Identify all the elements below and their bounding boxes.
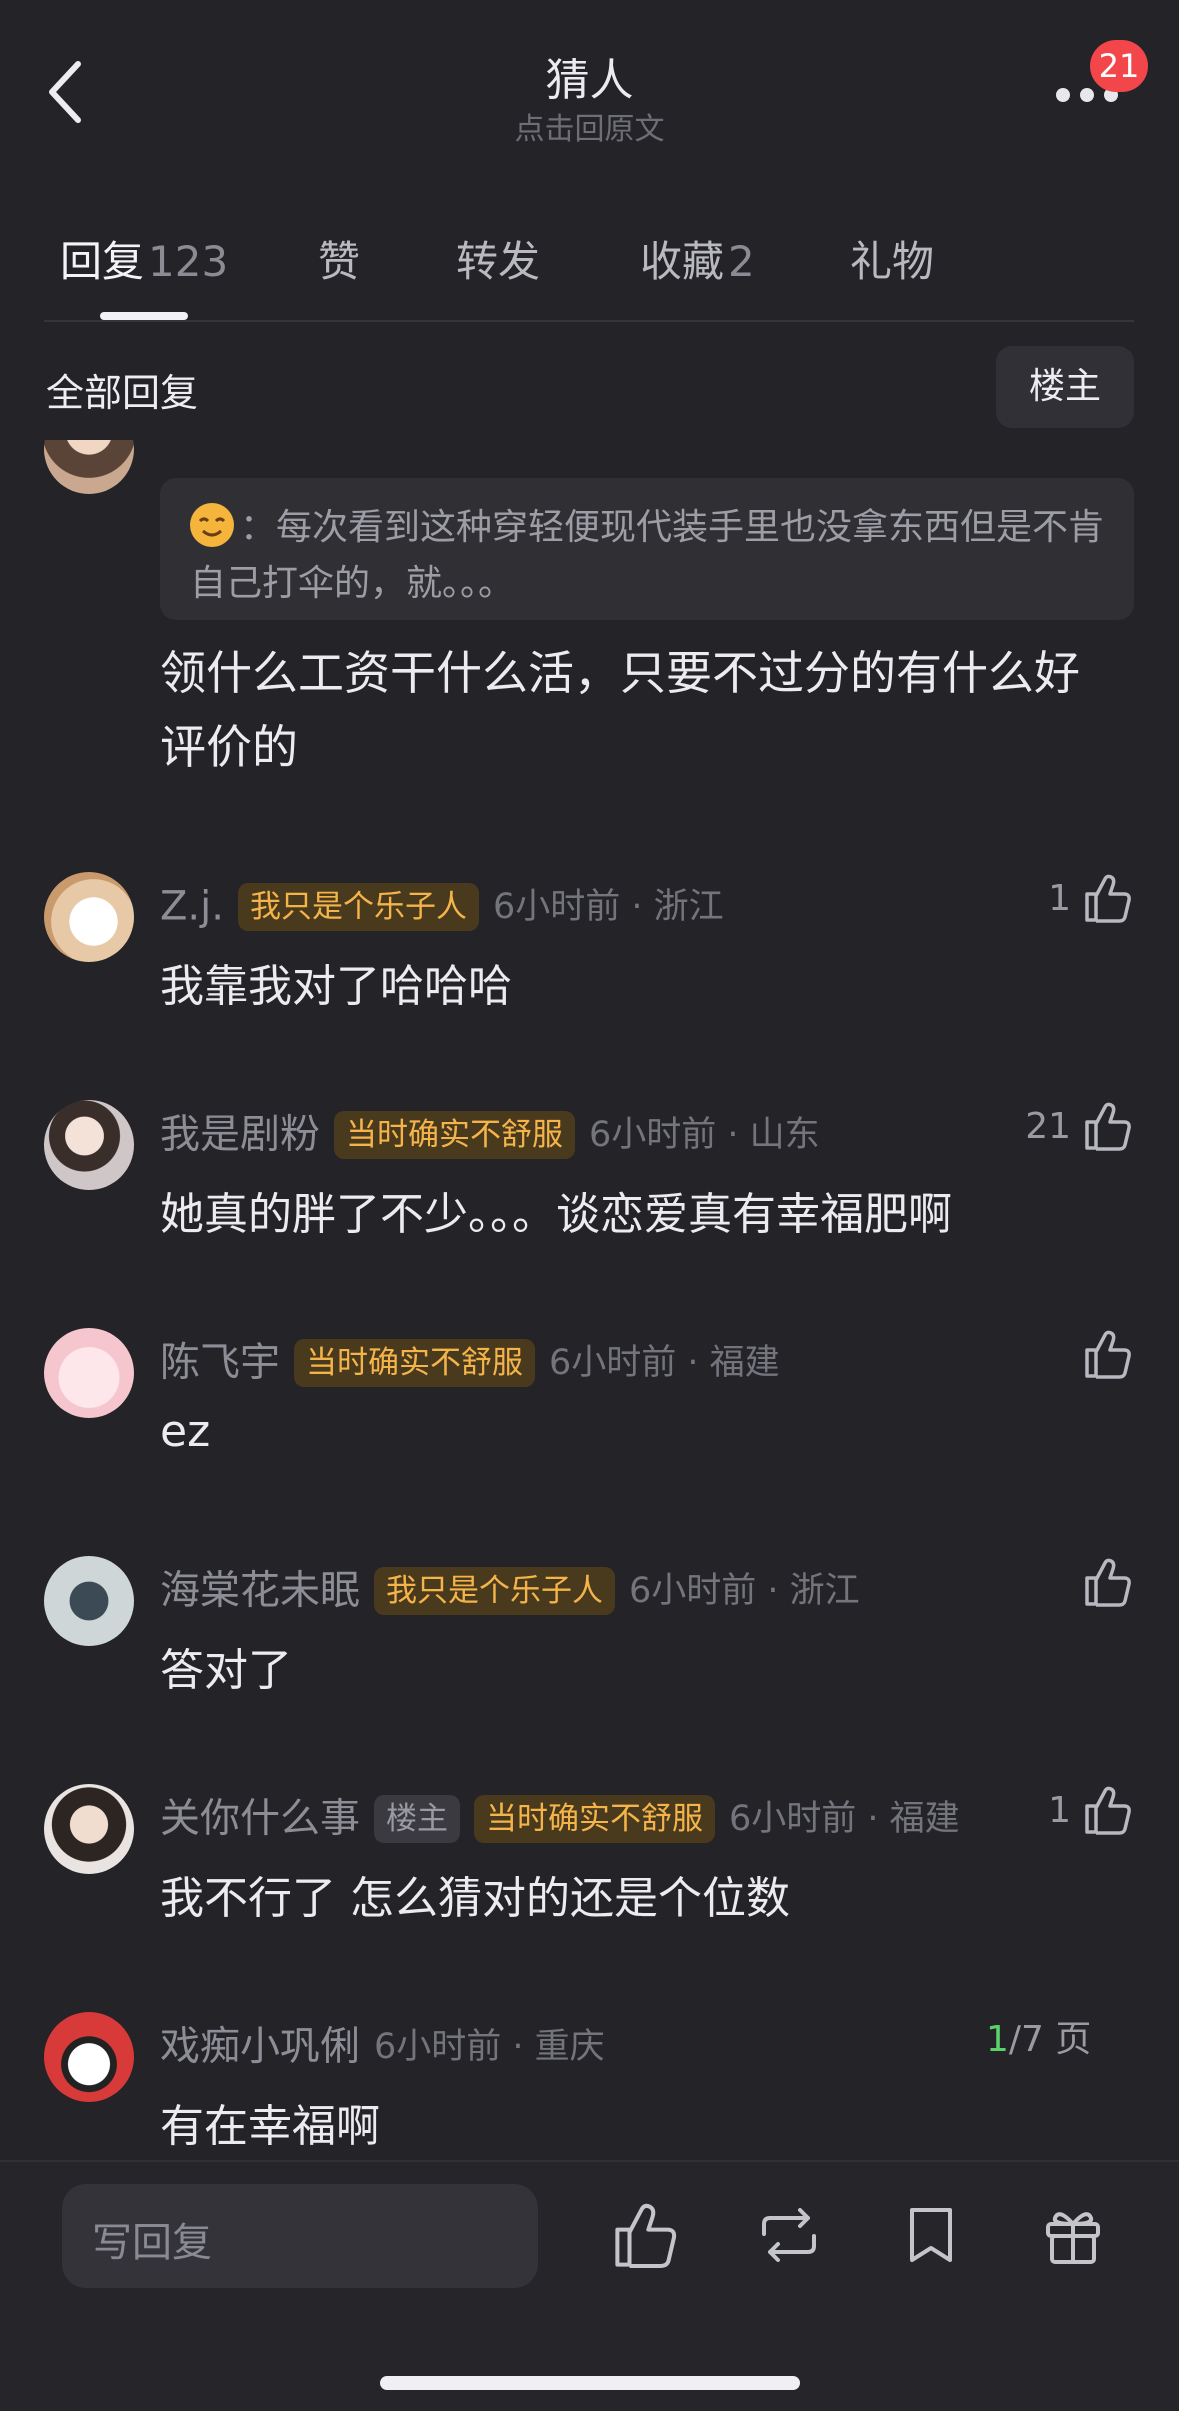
like-button[interactable]: [1083, 1328, 1135, 1384]
timestamp-location: 6小时前 · 福建: [549, 1342, 780, 1383]
page-indicator[interactable]: 1/7 页: [986, 2010, 1091, 2062]
avatar[interactable]: [44, 2012, 134, 2102]
timestamp-location: 6小时前 · 浙江: [492, 886, 724, 927]
tab-likes[interactable]: 赞: [318, 228, 360, 289]
avatar[interactable]: [44, 440, 134, 494]
fan-tag: 当时确实不舒服: [474, 1794, 715, 1843]
thumbs-up-icon: [1083, 1328, 1135, 1380]
comment-item: Z.j. 我只是个乐子人 6小时前 · 浙江 1 我靠我对了哈哈哈: [0, 872, 1179, 1072]
comment-item: 海棠花未眠 我只是个乐子人 6小时前 · 浙江 答对了: [0, 1556, 1179, 1756]
smiling-emoji-icon: [190, 503, 234, 547]
comment-text: 有在幸福啊: [160, 2101, 380, 2152]
thumbs-up-icon: [1083, 1556, 1135, 1608]
total-pages: /7 页: [1008, 2019, 1092, 2060]
thumbs-up-icon: [1083, 872, 1135, 924]
comment-item: 关你什么事 楼主 当时确实不舒服 6小时前 · 福建 1 我不行了 怎么猜对的还是个位…: [0, 1784, 1179, 1984]
like-post-button[interactable]: [612, 2200, 682, 2270]
bookmark-icon: [910, 2208, 952, 2262]
page-title: 猜人: [545, 55, 634, 106]
like-button[interactable]: 1: [1048, 872, 1135, 928]
username[interactable]: Z.j.: [160, 884, 224, 930]
tab-bar: 回复123 赞 转发 收藏2 礼物: [0, 220, 1179, 320]
thumbs-up-icon: [1083, 1100, 1135, 1152]
username[interactable]: 关你什么事: [160, 1796, 360, 1842]
tab-replies[interactable]: 回复123: [60, 228, 228, 289]
reply-input[interactable]: 写回复: [62, 2184, 538, 2288]
repost-button[interactable]: [754, 2200, 824, 2270]
comment-text: 答对了: [160, 1645, 292, 1696]
bottom-action-bar: 写回复: [0, 2160, 1179, 2411]
comment-item: 陈飞宇 当时确实不舒服 6小时前 · 福建 ez: [0, 1328, 1179, 1528]
thumbs-up-icon: [1083, 1784, 1135, 1836]
like-count: 21: [1025, 1105, 1071, 1147]
tab-reposts[interactable]: 转发: [456, 228, 540, 289]
tab-gifts[interactable]: 礼物: [850, 228, 934, 289]
active-tab-indicator: [100, 312, 188, 320]
reply-text: 领什么工资干什么活，只要不过分的有什么好评价的: [160, 646, 1080, 774]
gift-icon: [1046, 2212, 1100, 2264]
like-button[interactable]: [1083, 1556, 1135, 1612]
gift-button[interactable]: [1038, 2200, 1108, 2270]
comment-text: 她真的胖了不少。。。谈恋爱真有幸福肥啊: [160, 1189, 952, 1240]
like-count: 1: [1048, 1789, 1071, 1831]
comment-text: 我靠我对了哈哈哈: [160, 961, 512, 1012]
current-page: 1: [986, 2019, 1009, 2060]
home-indicator: [380, 2376, 800, 2390]
quoted-reply[interactable]: ：每次看到这种穿轻便现代装手里也没拿东西但是不肯自己打伞的，就。。。: [160, 478, 1134, 620]
bookmark-button[interactable]: [896, 2200, 966, 2270]
comment-text: 我不行了 怎么猜对的还是个位数: [160, 1873, 790, 1924]
tabs-divider: [44, 320, 1134, 322]
owner-tag: 楼主: [374, 1794, 460, 1843]
owner-only-button[interactable]: 楼主: [996, 346, 1134, 428]
timestamp-location: 6小时前 · 山东: [589, 1114, 820, 1155]
avatar[interactable]: [44, 1328, 134, 1418]
avatar[interactable]: [44, 1784, 134, 1874]
fan-tag: 我只是个乐子人: [374, 1566, 615, 1615]
timestamp-location: 6小时前 · 浙江: [629, 1570, 860, 1611]
like-count: 1: [1048, 877, 1071, 919]
username[interactable]: 海棠花未眠: [160, 1568, 360, 1614]
username[interactable]: 我是剧粉: [160, 1112, 320, 1158]
repost-icon: [762, 2208, 816, 2262]
notification-badge: 21: [1090, 40, 1148, 92]
comment-text: ez: [160, 1406, 211, 1457]
username[interactable]: 陈飞宇: [160, 1340, 280, 1386]
username[interactable]: 戏痴小巩俐: [160, 2024, 360, 2070]
comment-item: 我是剧粉 当时确实不舒服 6小时前 · 山东 21 她真的胖了不少。。。谈恋爱真有幸…: [0, 1100, 1179, 1300]
reply-placeholder: 写回复: [92, 2220, 212, 2266]
tab-favorites[interactable]: 收藏2: [640, 228, 755, 289]
fan-tag: 我只是个乐子人: [237, 882, 479, 931]
timestamp-location: 6小时前 · 重庆: [374, 2026, 605, 2067]
avatar[interactable]: [44, 1556, 134, 1646]
thumbs-up-icon: [615, 2203, 677, 2268]
like-button[interactable]: 21: [1025, 1100, 1135, 1156]
all-replies-label: 全部回复: [46, 371, 199, 415]
quoted-reply-text: 每次看到这种穿轻便现代装手里也没拿东西但是不肯自己打伞的，就。。。: [190, 507, 1105, 604]
top-bar: 猜人 点击回原文 21: [0, 0, 1179, 190]
timestamp-location: 6小时前 · 福建: [729, 1798, 960, 1839]
back-to-original-link[interactable]: 点击回原文: [0, 104, 1179, 148]
avatar[interactable]: [44, 872, 134, 962]
fan-tag: 当时确实不舒服: [294, 1338, 535, 1387]
avatar[interactable]: [44, 1100, 134, 1190]
fan-tag: 当时确实不舒服: [334, 1110, 575, 1159]
like-button[interactable]: 1: [1048, 1784, 1135, 1840]
